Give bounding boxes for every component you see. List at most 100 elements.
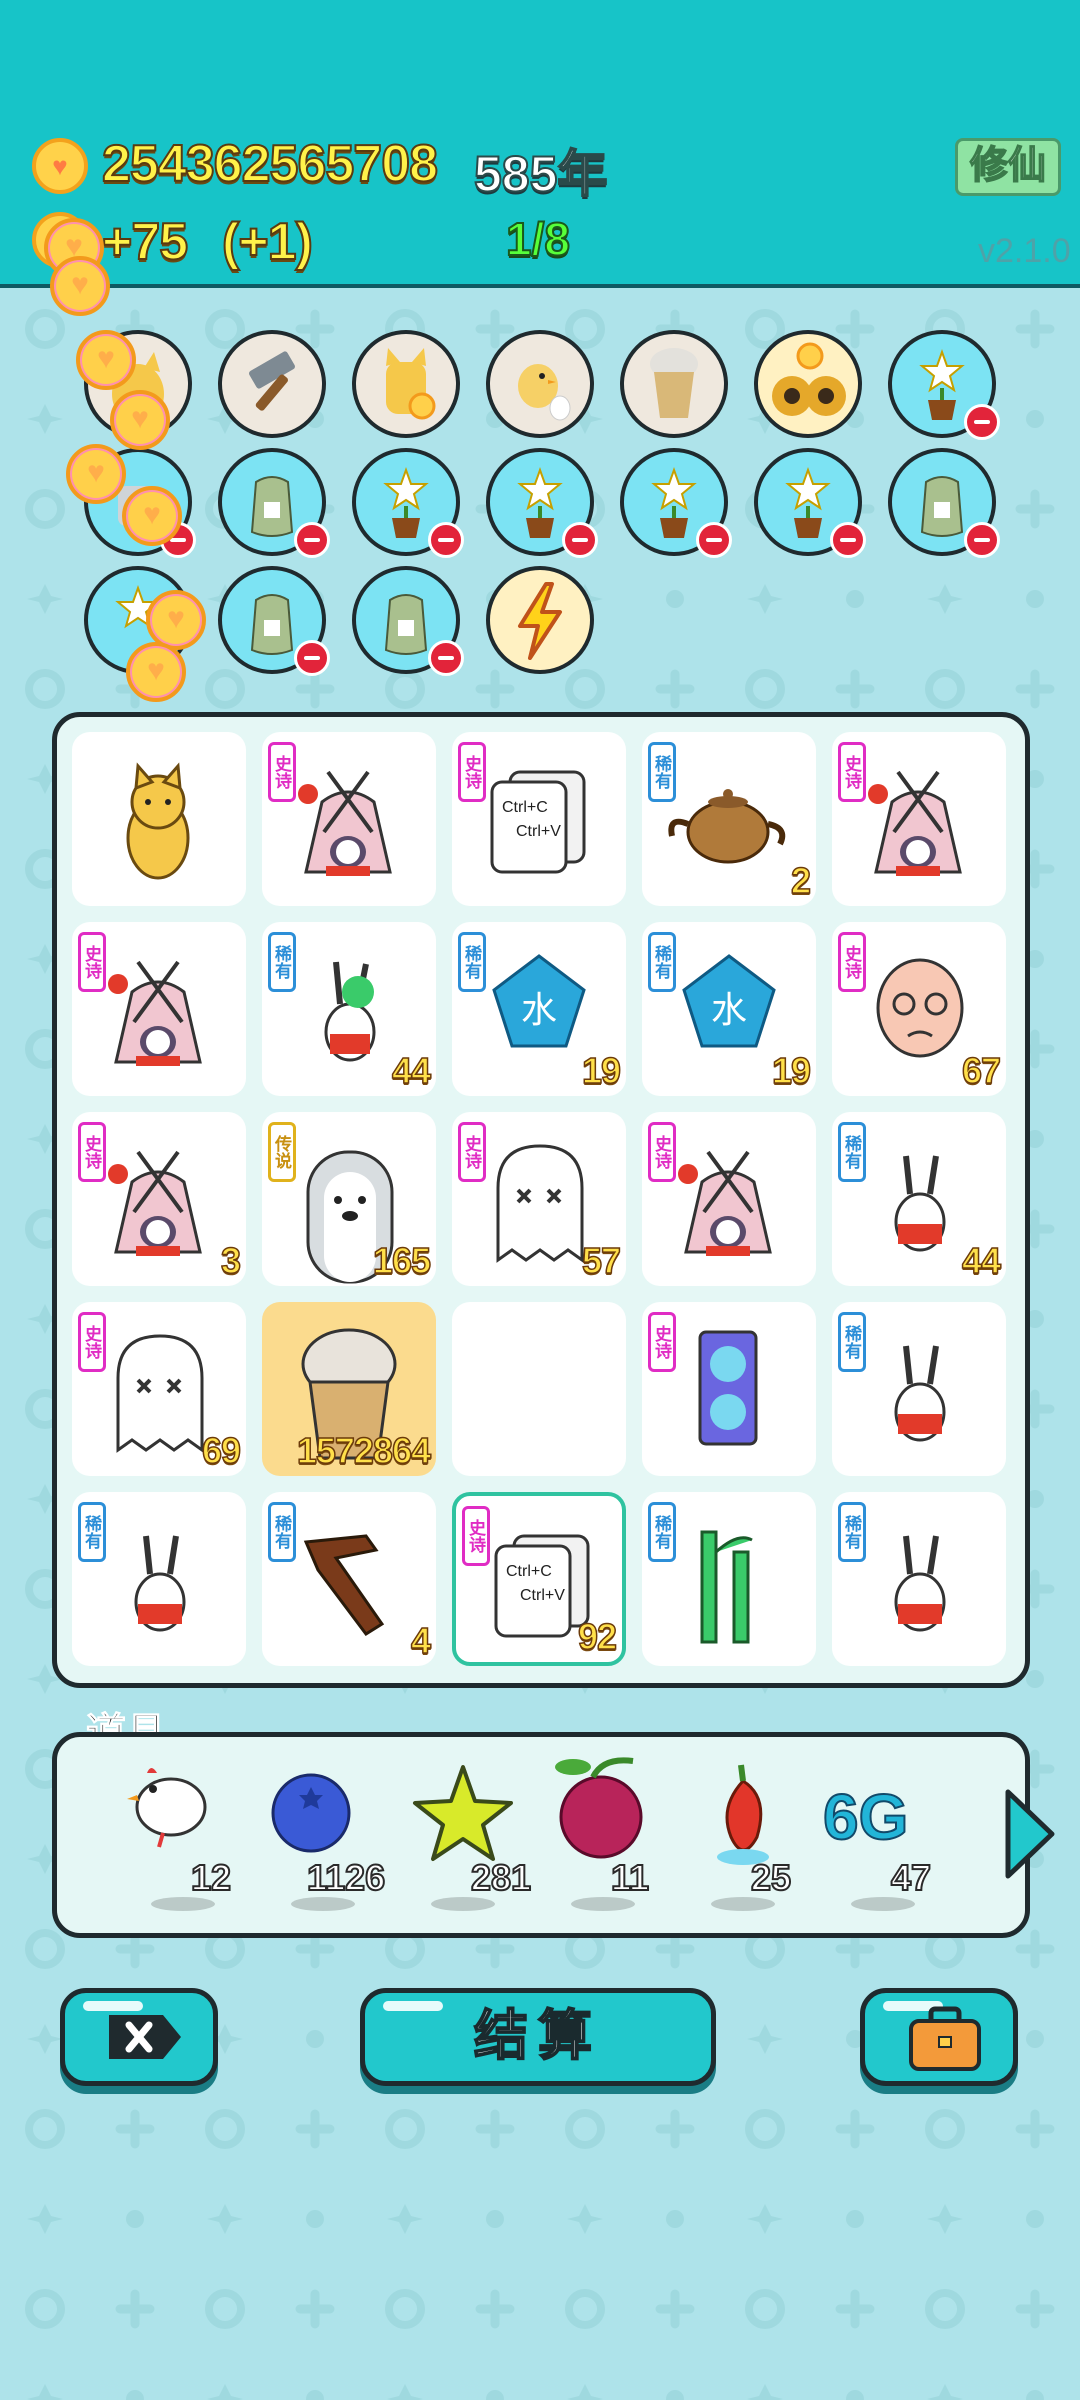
shadow bbox=[431, 1897, 495, 1911]
rarity-tag: 史诗 bbox=[458, 1122, 486, 1182]
gloss bbox=[83, 2001, 143, 2011]
prop-count: 11 bbox=[610, 1856, 650, 1899]
cell-graphics-card[interactable]: 史诗 bbox=[642, 1302, 816, 1476]
rarity-tag: 史诗 bbox=[462, 1506, 490, 1566]
svg-text:水: 水 bbox=[711, 990, 747, 1031]
cell-ghost[interactable]: 史诗 69 bbox=[72, 1302, 246, 1476]
item-count: 1572864 bbox=[296, 1429, 432, 1472]
cell-water-pentagon[interactable]: 水稀有 19 bbox=[452, 922, 626, 1096]
cell-rabbit-red[interactable]: 稀有 bbox=[72, 1492, 246, 1666]
shadow bbox=[151, 1897, 215, 1911]
remove-icon[interactable] bbox=[696, 522, 732, 558]
remove-icon[interactable] bbox=[294, 640, 330, 676]
item-count: 44 bbox=[961, 1239, 1002, 1282]
scroll-right-arrow-icon[interactable] bbox=[1000, 1784, 1060, 1884]
rarity-tag: 史诗 bbox=[838, 742, 866, 802]
cell-rabbit-tent[interactable]: 史诗 bbox=[72, 922, 246, 1096]
lychee-icon bbox=[555, 1757, 643, 1859]
cell-bamboo[interactable]: 稀有 bbox=[642, 1492, 816, 1666]
svg-text:Ctrl+C: Ctrl+C bbox=[502, 799, 548, 816]
cell-rabbit-tent[interactable]: 史诗 bbox=[262, 732, 436, 906]
prop-count: 25 bbox=[750, 1856, 792, 1899]
briefcase-icon bbox=[909, 2006, 981, 2071]
bag-button[interactable] bbox=[860, 1988, 1018, 2086]
cell-teapot[interactable]: 稀有 2 bbox=[642, 732, 816, 906]
cell-husky-dog[interactable]: 传说 165 bbox=[262, 1112, 436, 1286]
remove-icon[interactable] bbox=[294, 522, 330, 558]
cell-rabbit-clover[interactable]: 稀有 44 bbox=[262, 922, 436, 1096]
slot-chick[interactable] bbox=[486, 330, 594, 438]
rarity-tag: 史诗 bbox=[268, 742, 296, 802]
floating-coin bbox=[66, 444, 126, 504]
item-count: 165 bbox=[372, 1239, 432, 1282]
rarity-tag: 稀有 bbox=[78, 1502, 106, 1562]
rarity-tag: 稀有 bbox=[268, 932, 296, 992]
cell-rabbit-tent[interactable]: 史诗 bbox=[642, 1112, 816, 1286]
settle-label: 结算 bbox=[473, 2005, 602, 2067]
slot-bubble-tea[interactable] bbox=[620, 330, 728, 438]
rarity-tag: 稀有 bbox=[458, 932, 486, 992]
rarity-tag: 稀有 bbox=[838, 1502, 866, 1562]
item-count: 67 bbox=[961, 1049, 1002, 1092]
6g-text: 6G bbox=[823, 1781, 908, 1853]
remove-icon[interactable] bbox=[562, 522, 598, 558]
cell-ctrl-c-v-cards[interactable]: Ctrl+C Ctrl+V 史诗 bbox=[452, 732, 626, 906]
close-icon bbox=[109, 2015, 181, 2059]
rarity-tag: 稀有 bbox=[838, 1122, 866, 1182]
svg-text:Ctrl+V: Ctrl+V bbox=[516, 823, 561, 840]
prop-lychee[interactable]: 11 bbox=[533, 1737, 673, 1943]
slot-lightning[interactable] bbox=[486, 566, 594, 674]
item-count: 57 bbox=[581, 1239, 622, 1282]
rarity-tag: 史诗 bbox=[458, 742, 486, 802]
stage-progress: 1/8 bbox=[505, 212, 571, 266]
item-count: 44 bbox=[391, 1049, 432, 1092]
cell-rabbit-red[interactable]: 稀有 bbox=[832, 1302, 1006, 1476]
cell-empty[interactable] bbox=[452, 1302, 626, 1476]
prop-white-bird[interactable]: 12 bbox=[113, 1737, 253, 1943]
chili-icon bbox=[717, 1764, 769, 1865]
rarity-tag: 史诗 bbox=[78, 1312, 106, 1372]
remove-icon[interactable] bbox=[964, 404, 1000, 440]
cell-bubble-tea-cup[interactable]: 1572864 bbox=[262, 1302, 436, 1476]
shadow bbox=[571, 1897, 635, 1911]
floating-coin bbox=[126, 642, 186, 702]
remove-icon[interactable] bbox=[428, 522, 464, 558]
slot-cat-coin[interactable] bbox=[352, 330, 460, 438]
item-count: 69 bbox=[201, 1429, 242, 1472]
remove-icon[interactable] bbox=[428, 640, 464, 676]
cell-bald-man-face[interactable]: 史诗 67 bbox=[832, 922, 1006, 1096]
cell-rabbit-red[interactable]: 稀有 bbox=[832, 1492, 1006, 1666]
cell-ctrl-c-v-cards[interactable]: Ctrl+C Ctrl+V 史诗 92 bbox=[452, 1492, 626, 1666]
rarity-tag: 稀有 bbox=[648, 932, 676, 992]
income-bonus: (+1) bbox=[221, 212, 314, 272]
svg-text:水: 水 bbox=[521, 990, 557, 1031]
remove-icon[interactable] bbox=[964, 522, 1000, 558]
close-button[interactable] bbox=[60, 1988, 218, 2086]
remove-icon[interactable] bbox=[830, 522, 866, 558]
prop-blueberry[interactable]: 1126 bbox=[253, 1737, 393, 1943]
cell-ghost[interactable]: 史诗 57 bbox=[452, 1112, 626, 1286]
rarity-tag: 史诗 bbox=[648, 1122, 676, 1182]
prop-count: 12 bbox=[190, 1856, 232, 1899]
prop-6g[interactable]: 6G 47 bbox=[813, 1737, 953, 1943]
cell-rabbit-red[interactable]: 稀有 44 bbox=[832, 1112, 1006, 1286]
settle-button[interactable]: 结算 bbox=[360, 1988, 716, 2086]
prop-count: 1126 bbox=[306, 1856, 386, 1899]
slot-hammer[interactable] bbox=[218, 330, 326, 438]
floating-coin bbox=[146, 590, 206, 650]
rarity-tag: 稀有 bbox=[268, 1502, 296, 1562]
cultivate-button[interactable]: 修仙 bbox=[955, 138, 1061, 196]
cell-rabbit-tent[interactable]: 史诗 bbox=[832, 732, 1006, 906]
cell-water-pentagon[interactable]: 水稀有 19 bbox=[642, 922, 816, 1096]
cell-cat[interactable] bbox=[72, 732, 246, 906]
rarity-tag: 史诗 bbox=[648, 1312, 676, 1372]
item-count: 2 bbox=[790, 859, 812, 902]
white-bird-icon bbox=[127, 1768, 207, 1848]
prop-chili[interactable]: 25 bbox=[673, 1737, 813, 1943]
rarity-tag: 稀有 bbox=[648, 1502, 676, 1562]
cell-pointing-finger[interactable]: 稀有 4 bbox=[262, 1492, 436, 1666]
slot-owl-pair[interactable] bbox=[754, 330, 862, 438]
cell-rabbit-tent[interactable]: 史诗 3 bbox=[72, 1112, 246, 1286]
shadow bbox=[851, 1897, 915, 1911]
prop-star[interactable]: 281 bbox=[393, 1737, 533, 1943]
